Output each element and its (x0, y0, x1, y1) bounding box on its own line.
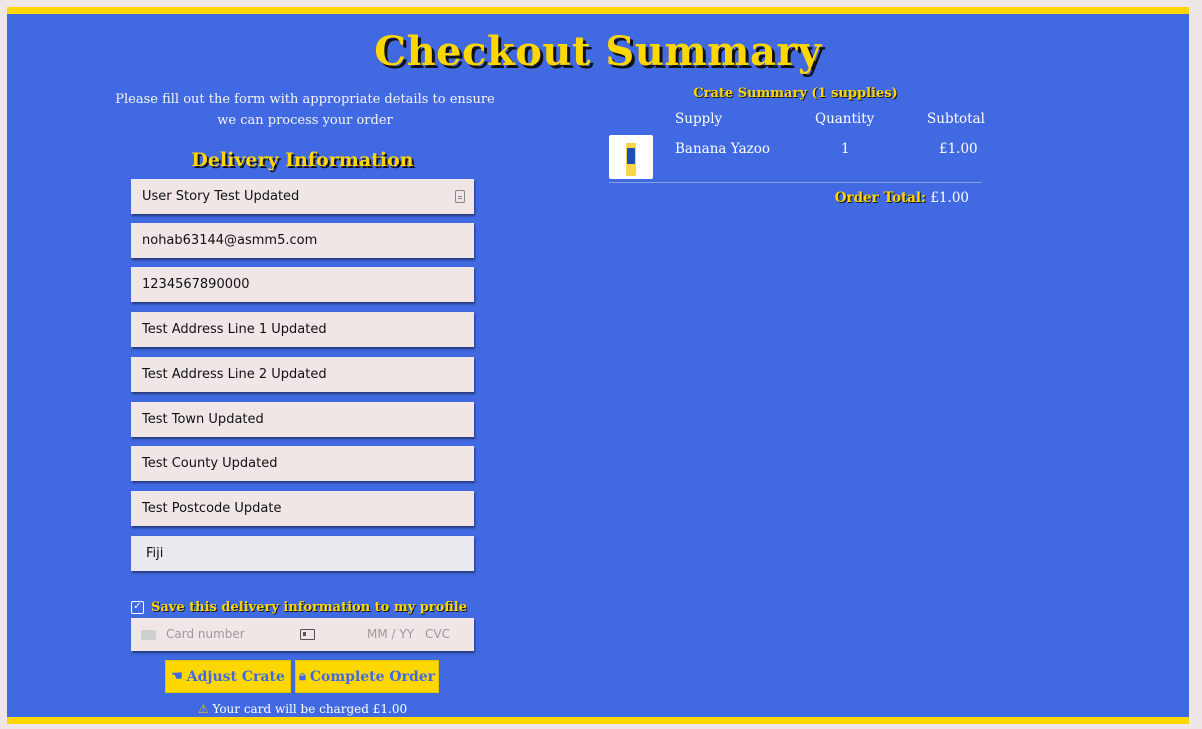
crate-item-name: Banana Yazoo (675, 141, 771, 157)
column-header-quantity: Quantity (815, 111, 875, 127)
column-header-subtotal: Subtotal (927, 111, 985, 127)
postcode-input[interactable] (142, 501, 442, 516)
adjust-crate-label: Adjust Crate (186, 668, 285, 685)
adjust-crate-button[interactable]: ☚ Adjust Crate (165, 660, 291, 693)
card-cvc-placeholder[interactable]: CVC (425, 627, 450, 641)
column-header-supply: Supply (675, 111, 723, 127)
card-expiry-placeholder[interactable]: MM / YY (367, 627, 414, 641)
save-info-row[interactable]: ✓ Save this delivery information to my p… (131, 598, 467, 616)
save-info-label: Save this delivery information to my pro… (151, 599, 467, 615)
town-input[interactable] (142, 412, 442, 427)
card-brand-icon (141, 630, 156, 640)
card-element[interactable]: Card number MM / YY CVC (131, 618, 474, 651)
address-line2-input[interactable] (142, 367, 442, 382)
delivery-heading: Delivery Information (191, 149, 414, 171)
email-field[interactable] (131, 223, 474, 258)
full-name-input[interactable] (142, 189, 442, 204)
full-name-field[interactable] (131, 179, 474, 214)
address-line1-input[interactable] (142, 322, 442, 337)
card-id-icon (300, 629, 315, 640)
order-total: Order Total: £1.00 (835, 190, 969, 206)
order-total-label: Order Total: (834, 190, 927, 206)
card-number-placeholder[interactable]: Card number (166, 627, 245, 641)
intro-text: Please fill out the form with appropriat… (115, 92, 495, 128)
save-info-checkbox[interactable]: ✓ (131, 600, 144, 614)
crate-item-quantity: 1 (841, 141, 850, 157)
charge-note-text: Your card will be charged £1.00 (212, 702, 408, 716)
lock-icon: 🔒︎ (298, 669, 306, 684)
address-line1-field[interactable] (131, 312, 474, 347)
charge-note: ⚠ Your card will be charged £1.00 (131, 702, 474, 716)
autofill-contact-icon[interactable] (455, 190, 465, 203)
yazoo-bottle-icon (626, 138, 636, 176)
pointing-hand-icon: ☚ (171, 669, 183, 684)
complete-order-label: Complete Order (309, 668, 436, 685)
order-total-value: £1.00 (930, 190, 969, 206)
summary-divider (609, 182, 982, 183)
warning-icon: ⚠ (197, 702, 209, 716)
product-image (609, 135, 653, 179)
town-field[interactable] (131, 402, 474, 437)
county-field[interactable] (131, 446, 474, 481)
country-select[interactable]: Fiji (131, 536, 474, 571)
email-input[interactable] (142, 233, 442, 248)
phone-input[interactable] (142, 277, 442, 292)
complete-order-button[interactable]: 🔒︎ Complete Order (295, 660, 439, 693)
phone-field[interactable] (131, 267, 474, 302)
country-selected-value: Fiji (146, 546, 164, 561)
county-input[interactable] (142, 456, 442, 471)
page-title: Checkout Summary (374, 28, 822, 75)
crate-summary-heading: Crate Summary (1 supplies) (693, 86, 898, 101)
checkout-panel: Checkout Summary Please fill out the for… (7, 7, 1189, 724)
crate-item-subtotal: £1.00 (939, 141, 978, 157)
postcode-field[interactable] (131, 491, 474, 526)
address-line2-field[interactable] (131, 357, 474, 392)
